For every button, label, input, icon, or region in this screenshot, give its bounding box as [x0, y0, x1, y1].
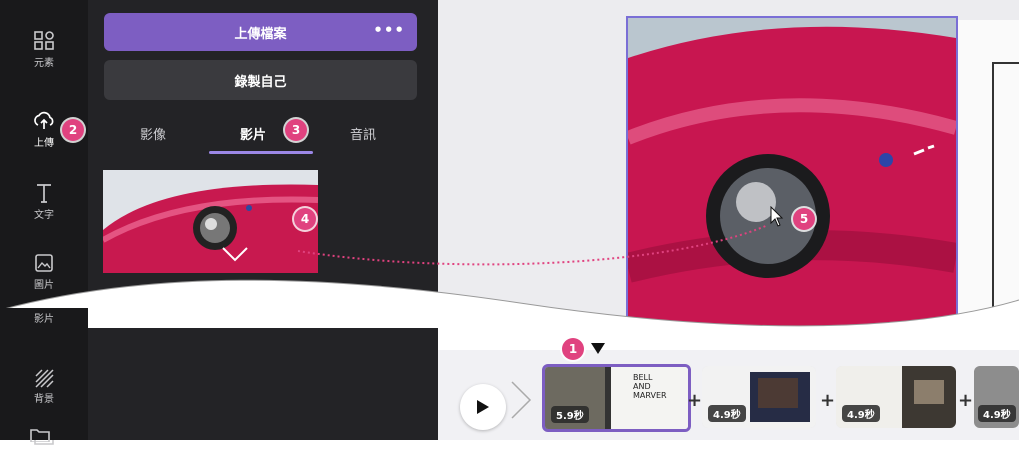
- mouse-cursor-icon: [770, 206, 784, 227]
- callout-badge-4: 4: [294, 208, 316, 230]
- tab-images[interactable]: 影像: [140, 124, 166, 143]
- rail-label: 影片: [34, 314, 54, 325]
- add-transition-button[interactable]: +: [687, 390, 702, 411]
- upload-files-label: 上傳檔案: [234, 26, 287, 42]
- clip-duration: 4.9秒: [708, 405, 746, 422]
- rail-label: 元素: [34, 58, 54, 69]
- tab-videos[interactable]: 影片: [240, 124, 266, 143]
- callout-badge-3: 3: [285, 119, 307, 141]
- clip-duration: 4.9秒: [842, 405, 880, 422]
- callout-badge-2: 2: [62, 119, 84, 141]
- elements-icon: [34, 31, 54, 50]
- timeline-clip-4[interactable]: 4.9秒: [974, 366, 1019, 428]
- play-icon: [477, 400, 489, 414]
- rail-item-background-lower[interactable]: 背景: [0, 366, 88, 405]
- play-button[interactable]: [460, 384, 506, 430]
- drag-path-indicator: [297, 224, 769, 266]
- active-tab-indicator: [209, 151, 313, 154]
- callout-badge-1: 1: [562, 338, 584, 360]
- rail-item-elements[interactable]: 元素: [0, 30, 88, 69]
- cloud-upload-icon: [34, 111, 54, 129]
- clip-duration: 4.9秒: [978, 405, 1016, 422]
- record-yourself-button[interactable]: 錄製自己: [104, 60, 417, 100]
- clip-duration: 5.9秒: [551, 406, 589, 423]
- record-yourself-label: 錄製自己: [234, 74, 287, 90]
- rail-label: 上傳: [34, 138, 54, 149]
- playhead-marker-icon[interactable]: [590, 342, 606, 356]
- upload-files-button[interactable]: 上傳檔案 •••: [104, 13, 417, 51]
- clip-caption-line: MARVER: [633, 391, 667, 400]
- tab-audio[interactable]: 音訊: [350, 124, 376, 143]
- clip-caption: BELL AND MARVER: [633, 373, 667, 400]
- rail-label: 文字: [34, 210, 54, 221]
- chevron-right-icon: [511, 381, 532, 419]
- timeline-clip-1[interactable]: BELL AND MARVER 5.9秒: [542, 364, 691, 432]
- callout-badge-5: 5: [793, 208, 815, 230]
- add-transition-button[interactable]: +: [958, 390, 973, 411]
- rail-item-video-label[interactable]: 影片: [0, 310, 88, 325]
- add-transition-button[interactable]: +: [820, 390, 835, 411]
- clip-caption-line: AND: [633, 382, 651, 391]
- upload-panel-lower: [88, 328, 438, 440]
- rail-item-text[interactable]: 文字: [0, 182, 88, 221]
- text-icon: [37, 184, 51, 203]
- background-icon: [35, 369, 54, 388]
- clip-caption-line: BELL: [633, 373, 653, 382]
- more-options-icon[interactable]: •••: [373, 21, 405, 39]
- rail-item-folder-lower[interactable]: [28, 426, 52, 446]
- timeline-clip-3[interactable]: 4.9秒: [836, 366, 956, 428]
- timeline-clip-2[interactable]: 4.9秒: [702, 366, 816, 428]
- rail-label: 背景: [34, 394, 54, 405]
